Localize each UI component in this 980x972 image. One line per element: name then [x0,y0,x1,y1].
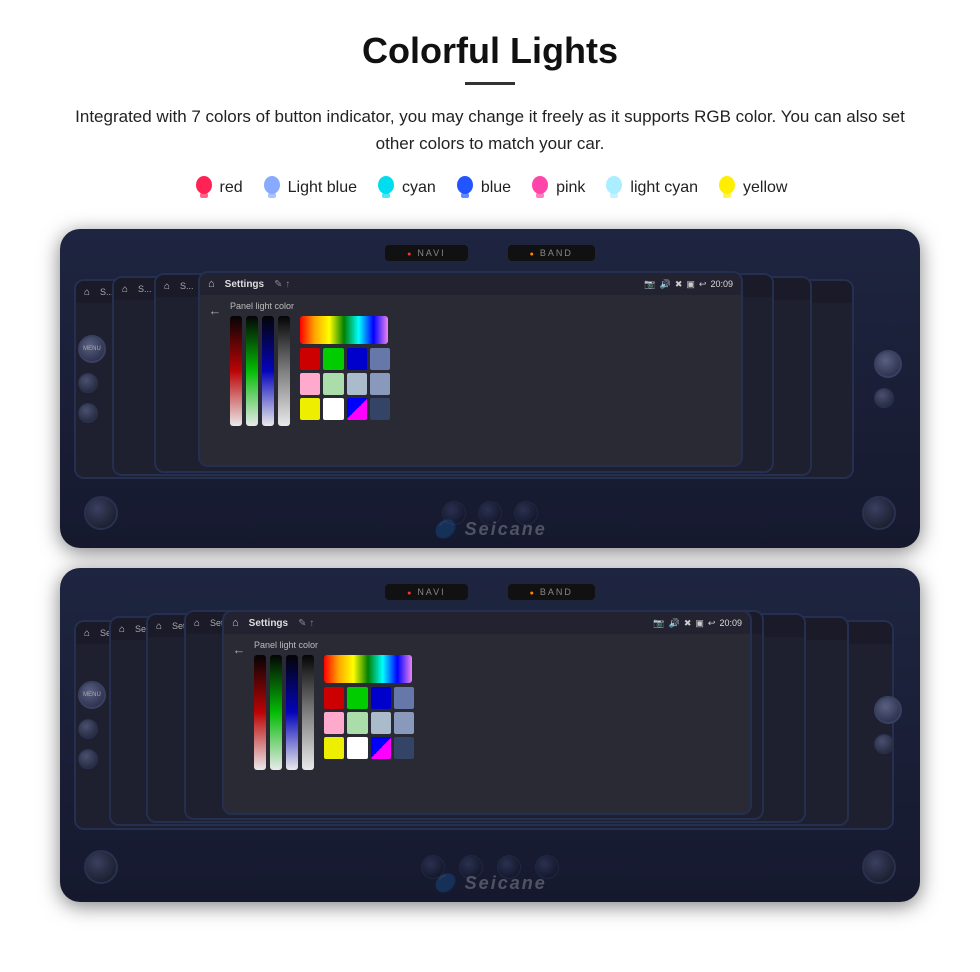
knob-vol-1[interactable] [874,350,902,378]
navi-pill-2: NAVI [385,584,468,600]
main-screen-2: ⌂ Settings ✎ ↑ 📷 🔊 ✖ ▣ ↩ 20:09 [222,610,752,815]
color-item-blue: blue [454,175,511,201]
btn-left-large-2[interactable] [84,850,118,884]
page-title: Colorful Lights [40,30,940,72]
color-list: red Light blue cyan blue pink light cyan yello… [40,175,940,201]
btn-center-group-1 [442,501,538,525]
btn-center-3[interactable] [514,501,538,525]
color-label-4: pink [556,179,585,197]
page-description: Integrated with 7 colors of button indic… [40,103,940,157]
knob-small-2a[interactable] [78,719,98,739]
btn-center-group-2 [421,855,559,879]
color-label-2: cyan [402,179,436,197]
screens-area-1: ⌂ S... ⌂ S... [74,271,906,486]
btn-right-large-1[interactable] [862,496,896,530]
band-pill-1: BAND [508,245,595,261]
btn-c2-2[interactable] [459,855,483,879]
device-unit-2: NAVI BAND ⌂ Set... [60,568,920,902]
band-pill-2: BAND [508,584,595,600]
device-box-2: NAVI BAND ⌂ Set... [60,568,920,902]
btn-c2-3[interactable] [497,855,521,879]
bottom-btn-row-1 [74,496,906,530]
btn-c2-4[interactable] [535,855,559,879]
knob-menu-2[interactable]: MENU [78,681,106,709]
btn-right-large-2[interactable] [862,850,896,884]
knob-sm-r1[interactable] [874,388,894,408]
color-label-3: blue [481,179,511,197]
knob-small-2b[interactable] [78,749,98,769]
device-top-bar-2: NAVI BAND [74,584,906,600]
bottom-btn-row-2 [74,850,906,884]
knob-vol-2[interactable] [874,696,902,724]
knob-sm-r2[interactable] [874,734,894,754]
btn-center-2[interactable] [478,501,502,525]
device-box-1: NAVI BAND ⌂ S... [60,229,920,548]
knob-menu-1[interactable]: MENU [78,335,106,363]
color-label-0: red [220,179,243,197]
btn-c2-1[interactable] [421,855,445,879]
right-knobs-1 [874,350,902,408]
color-item-light-cyan: light cyan [603,175,698,201]
knob-small-1[interactable] [78,373,98,393]
main-screen-1: ⌂ Settings ✎ ↑ 📷 🔊 ✖ ▣ ↩ 20:09 [198,271,743,467]
knob-small-2[interactable] [78,403,98,423]
color-label-6: yellow [743,179,787,197]
right-knobs-2 [874,696,902,754]
device-unit-1: NAVI BAND ⌂ S... [60,229,920,548]
btn-left-large-1[interactable] [84,496,118,530]
color-label-1: Light blue [288,179,357,197]
color-label-5: light cyan [630,179,698,197]
color-item-Light-blue: Light blue [261,175,357,201]
screens-area-2: ⌂ Set... ⌂ Set... [74,610,906,840]
title-divider [465,82,515,85]
btn-center-1[interactable] [442,501,466,525]
navi-pill-1: NAVI [385,245,468,261]
color-item-pink: pink [529,175,585,201]
color-item-red: red [193,175,243,201]
left-knobs-1: MENU [78,335,106,423]
device-top-bar-1: NAVI BAND [74,245,906,261]
color-item-cyan: cyan [375,175,436,201]
color-item-yellow: yellow [716,175,787,201]
left-knobs-2: MENU [78,681,106,769]
page-container: Colorful Lights Integrated with 7 colors… [0,0,980,952]
